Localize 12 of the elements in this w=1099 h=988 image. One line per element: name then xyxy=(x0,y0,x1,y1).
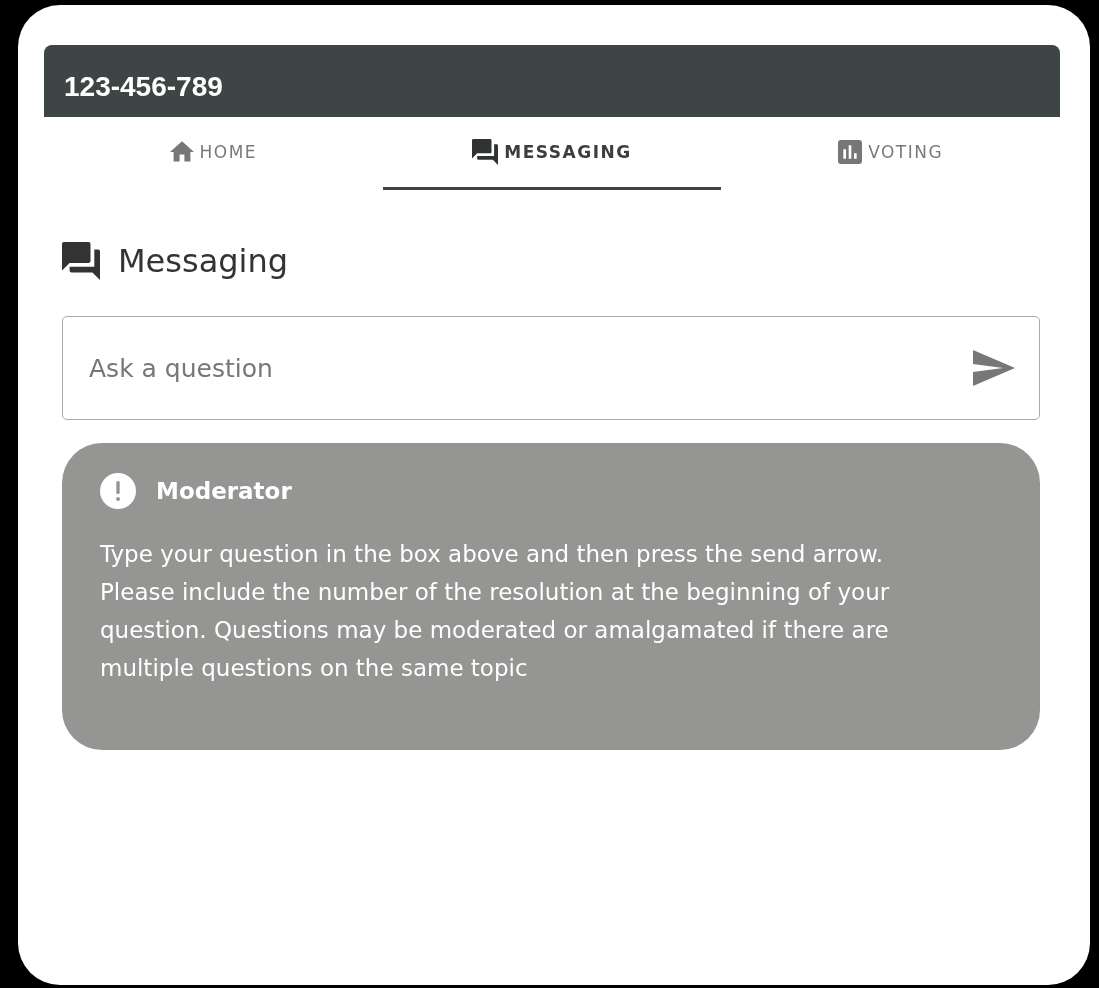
chat-icon xyxy=(62,242,100,280)
exclamation-icon xyxy=(100,473,136,509)
bar-chart-icon xyxy=(838,140,863,164)
send-button[interactable] xyxy=(973,350,1015,386)
message-text: Type your question in the box above and then press the send arrow. Please include the number of the resolution at the beginning of your question. Questions may be moderated or amalgamated if there are multiple questions on the same topic xyxy=(100,540,891,683)
message-author: Moderator xyxy=(156,478,292,504)
section-title: Messaging xyxy=(118,242,289,280)
header-title: 123-456-789 xyxy=(64,71,223,103)
send-icon xyxy=(973,350,1015,386)
home-icon xyxy=(169,141,194,163)
question-field[interactable]: Ask a question xyxy=(62,316,1040,420)
chat-icon xyxy=(472,139,499,165)
